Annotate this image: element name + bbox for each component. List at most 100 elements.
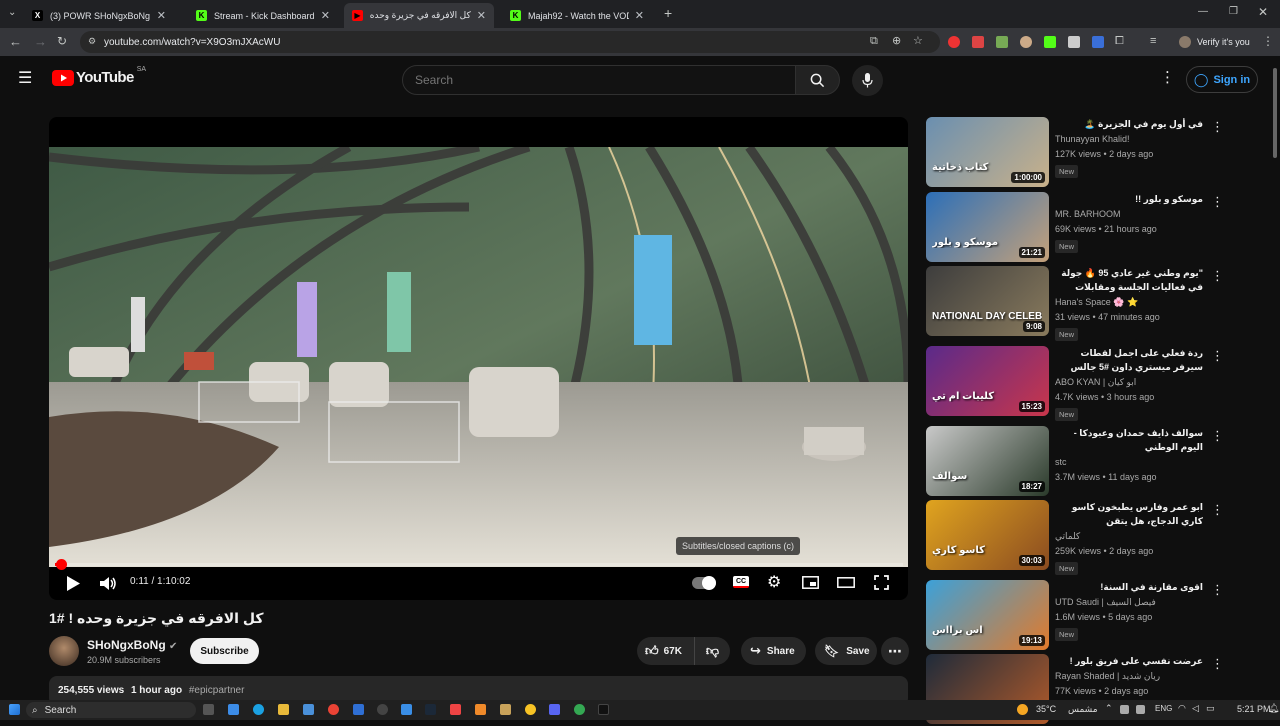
extension-icon[interactable] xyxy=(996,36,1008,48)
video-player[interactable]: Subtitles/closed captions (c) 0:11 / 1:1… xyxy=(49,117,908,600)
progress-scrubber[interactable] xyxy=(56,559,67,570)
video-thumbnail[interactable]: كتاب ذخاتية 1:00:00 xyxy=(926,117,1049,187)
hashtag-link[interactable]: #epicpartner xyxy=(189,685,245,696)
taskbar-search[interactable]: ⌕ Search xyxy=(26,702,196,718)
app-icon[interactable] xyxy=(525,704,536,715)
recommended-title[interactable]: "يوم وطني غير عادي 95 🔥 جولة في فعاليات … xyxy=(1055,266,1203,294)
scrollbar-thumb[interactable] xyxy=(1273,68,1277,158)
recommended-channel[interactable]: كلماتي xyxy=(1055,531,1080,542)
windows-start-icon[interactable] xyxy=(9,704,20,715)
forward-icon[interactable]: → xyxy=(34,34,47,49)
tab-close-icon[interactable]: ✕ xyxy=(157,9,166,22)
play-button-icon[interactable] xyxy=(67,576,80,591)
sign-in-button[interactable]: ◯ Sign in xyxy=(1186,66,1258,93)
notifications-icon[interactable]: 🔔︎ xyxy=(1268,703,1279,714)
recommended-channel[interactable]: ABO KYAN | ابو كيان xyxy=(1055,377,1136,388)
video-menu-icon[interactable]: ⋮ xyxy=(1211,194,1224,210)
profile-chip[interactable]: Verify it's you xyxy=(1176,33,1256,51)
more-options-icon[interactable]: ⋮ xyxy=(1160,68,1175,86)
channel-name[interactable]: SHoNgxBoNg ✔ xyxy=(87,638,177,652)
recommended-title[interactable]: اقوى مقارنة في السنة! xyxy=(1055,580,1203,594)
video-thumbnail[interactable]: كاسو كاري 30:03 xyxy=(926,500,1049,570)
speaker-icon[interactable]: ◁ xyxy=(1192,703,1199,714)
site-info-icon[interactable]: ⚙ xyxy=(88,36,96,47)
browser-tab[interactable]: ▶ كل الافرقه في جزيرة وحده ! #1 ✕ xyxy=(344,3,494,28)
chrome-menu-icon[interactable]: ⋮ xyxy=(1262,34,1274,48)
recommended-channel[interactable]: UTD Saudi | فيصل السيف xyxy=(1055,597,1156,608)
recommended-video[interactable]: كتاب ذخاتية 1:00:00 في أول يوم في الجزيرة … xyxy=(926,117,1256,189)
tab-close-icon[interactable]: ✕ xyxy=(321,9,330,22)
tab-search-icon[interactable]: ⌄ xyxy=(8,7,16,18)
video-menu-icon[interactable]: ⋮ xyxy=(1211,428,1224,444)
app-icon[interactable] xyxy=(500,704,511,715)
video-thumbnail[interactable]: اس برااس 19:13 xyxy=(926,580,1049,650)
recommended-video[interactable]: اس برااس 19:13 اقوى مقارنة في السنة! UTD Sa… xyxy=(926,580,1256,652)
captions-button-icon[interactable]: CC xyxy=(733,576,749,588)
reading-list-icon[interactable]: ≡ xyxy=(1150,35,1156,47)
autoplay-toggle[interactable] xyxy=(692,576,716,590)
back-icon[interactable]: ← xyxy=(9,34,22,49)
app-icon[interactable] xyxy=(353,704,364,715)
app-icon[interactable] xyxy=(401,704,412,715)
discord-icon[interactable] xyxy=(549,704,560,715)
youtube-logo[interactable]: YouTube SA xyxy=(52,66,146,86)
video-thumbnail[interactable]: سوالف 18:27 xyxy=(926,426,1049,496)
edge-icon[interactable] xyxy=(253,704,264,715)
recommended-video[interactable]: سوالف 18:27 سوالف ذايف حمدان وعبودكا - الي… xyxy=(926,426,1256,498)
steam-icon[interactable] xyxy=(425,704,436,715)
search-button[interactable] xyxy=(795,65,840,95)
address-bar[interactable]: ⚙ youtube.com/watch?v=X9O3mJXAcWU ⧉ ⊕ ☆ xyxy=(80,31,940,53)
browser-tab[interactable]: X (3) POWR SHoNgxBoNg on X: ✕ xyxy=(24,3,174,28)
extension-icon[interactable] xyxy=(972,36,984,48)
zoom-icon[interactable]: ⊕ xyxy=(892,34,901,47)
recommended-title[interactable]: في أول يوم في الجزيرة 🏝️ xyxy=(1055,117,1203,131)
tray-app-icon[interactable] xyxy=(1136,705,1145,714)
video-menu-icon[interactable]: ⋮ xyxy=(1211,119,1224,135)
extension-icon[interactable] xyxy=(948,36,960,48)
chrome-taskbar-icon[interactable] xyxy=(328,704,339,715)
recommended-title[interactable]: عرضت نفسي على فريق بلور ! xyxy=(1055,654,1203,668)
fullscreen-icon[interactable] xyxy=(874,575,889,590)
extension-icon[interactable] xyxy=(1092,36,1104,48)
new-tab-button[interactable]: + xyxy=(664,5,672,21)
video-menu-icon[interactable]: ⋮ xyxy=(1211,502,1224,518)
voice-search-button[interactable] xyxy=(852,65,883,96)
subscribe-button[interactable]: Subscribe xyxy=(190,638,259,664)
battery-icon[interactable]: ▭ xyxy=(1206,703,1215,714)
video-thumbnail[interactable]: كليبات ام تي 15:23 xyxy=(926,346,1049,416)
recommended-video[interactable]: NATIONAL DAY CELEBRATION9:08"يوم وطني غي… xyxy=(926,266,1256,341)
progress-bar[interactable] xyxy=(55,559,903,570)
recommended-title[interactable]: ردة فعلي على اجمل لقطات سيرفر ميستري داو… xyxy=(1055,346,1203,374)
miniplayer-icon[interactable] xyxy=(802,576,819,589)
wifi-icon[interactable]: ◠ xyxy=(1178,703,1186,714)
recommended-video[interactable]: موسكو و بلور 21:21 موسكو و بلور !! MR. BARH… xyxy=(926,192,1256,264)
recommended-video[interactable]: كليبات ام تي 15:23 ردة فعلي على اجمل لقطات… xyxy=(926,346,1256,421)
restore-icon[interactable]: ❐ xyxy=(1229,6,1238,17)
file-explorer-icon[interactable] xyxy=(278,704,289,715)
browser-tab[interactable]: K Majah92 - Watch the VOD on K ✕ xyxy=(502,3,652,28)
tray-chevron-icon[interactable]: ⌃ xyxy=(1105,703,1113,714)
store-icon[interactable] xyxy=(303,704,314,715)
app-icon[interactable] xyxy=(574,704,585,715)
recommended-channel[interactable]: stc xyxy=(1055,457,1067,467)
tab-close-icon[interactable]: ✕ xyxy=(477,9,486,22)
like-button[interactable]: 👍︎ 67K xyxy=(637,637,695,665)
app-icon[interactable] xyxy=(475,704,486,715)
system-clock[interactable]: 5:21 PM xyxy=(1237,704,1271,714)
tab-close-icon[interactable]: ✕ xyxy=(635,9,644,22)
recommended-video[interactable]: كاسو كاري 30:03 ابو عمر وفارس يطبخون كاسو … xyxy=(926,500,1256,575)
reload-icon[interactable]: ↻ xyxy=(57,34,67,48)
video-thumbnail[interactable]: موسكو و بلور 21:21 xyxy=(926,192,1049,262)
extensions-puzzle-icon[interactable]: ⧠ xyxy=(1115,35,1124,48)
video-menu-icon[interactable]: ⋮ xyxy=(1211,268,1224,284)
save-button[interactable]: 🔖︎ Save xyxy=(815,637,877,665)
recommended-title[interactable]: سوالف ذايف حمدان وعبودكا - اليوم الوطني xyxy=(1055,426,1203,454)
video-thumbnail[interactable]: NATIONAL DAY CELEBRATION9:08 xyxy=(926,266,1049,336)
close-window-icon[interactable]: ✕ xyxy=(1258,5,1268,19)
video-menu-icon[interactable]: ⋮ xyxy=(1211,656,1224,672)
recommended-channel[interactable]: Hana's Space 🌸 ⭐ xyxy=(1055,297,1138,308)
recommended-channel[interactable]: MR. BARHOOM xyxy=(1055,209,1121,219)
volume-icon[interactable] xyxy=(100,576,117,591)
page-scrollbar[interactable] xyxy=(1272,64,1278,694)
extension-icon[interactable] xyxy=(1020,36,1032,48)
